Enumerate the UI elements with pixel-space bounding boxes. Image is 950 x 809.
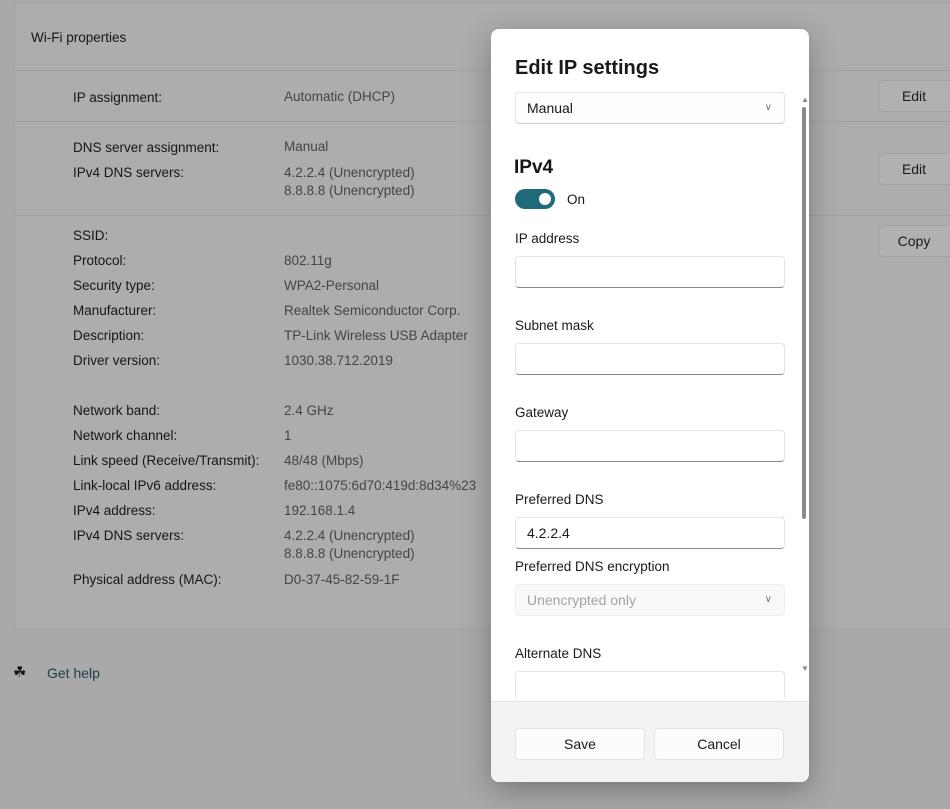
property-label: Security type:	[73, 278, 155, 293]
chevron-down-icon: ∨	[764, 102, 772, 113]
property-value: 8.8.8.8 (Unencrypted)	[284, 546, 415, 561]
dns-server-1: 4.2.2.4 (Unencrypted)	[284, 165, 415, 180]
scrollbar-thumb[interactable]	[802, 107, 806, 519]
property-label: SSID:	[73, 228, 109, 243]
property-value: D0-37-45-82-59-1F	[284, 572, 400, 587]
property-label: Protocol:	[73, 253, 127, 268]
edit-ip-assignment-button[interactable]: Edit	[879, 80, 950, 112]
divider	[15, 215, 950, 216]
gateway-label: Gateway	[515, 405, 569, 420]
property-label: Physical address (MAC):	[73, 572, 222, 587]
ipv4-toggle[interactable]	[515, 189, 555, 209]
get-help-link[interactable]: Get help	[47, 665, 100, 681]
dialog-footer: Save Cancel	[491, 701, 809, 782]
copy-button[interactable]: Copy	[879, 225, 950, 257]
preferred-dns-input[interactable]: 4.2.2.4	[515, 517, 785, 549]
property-value: 192.168.1.4	[284, 503, 356, 518]
subnet-mask-input[interactable]	[515, 343, 785, 375]
property-label: Link-local IPv6 address:	[73, 478, 217, 493]
property-value: 48/48 (Mbps)	[284, 453, 364, 468]
section-title: Wi-Fi properties	[31, 30, 127, 45]
help-icon: ☘	[13, 664, 27, 681]
alternate-dns-input[interactable]	[515, 671, 785, 701]
property-value: fe80::1075:6d70:419d:8d34%23	[284, 478, 477, 493]
property-value: 1030.38.712.2019	[284, 353, 393, 368]
ipv4-heading: IPv4	[514, 157, 554, 178]
subnet-mask-label: Subnet mask	[515, 318, 594, 333]
ip-mode-select[interactable]: Manual ∨	[515, 92, 785, 124]
scroll-up-icon[interactable]: ▲	[801, 95, 809, 104]
alternate-dns-label: Alternate DNS	[515, 646, 602, 661]
dns-assignment-value: Manual	[284, 139, 329, 154]
ip-address-input[interactable]	[515, 256, 785, 288]
dns-server-2: 8.8.8.8 (Unencrypted)	[284, 183, 415, 198]
property-label: Driver version:	[73, 353, 161, 368]
ip-address-label: IP address	[515, 231, 580, 246]
property-value: TP-Link Wireless USB Adapter	[284, 328, 468, 343]
property-label: Manufacturer:	[73, 303, 157, 318]
preferred-dns-label: Preferred DNS	[515, 492, 604, 507]
property-label: IPv4 address:	[73, 503, 156, 518]
property-label: IPv4 DNS servers:	[73, 528, 185, 543]
ip-mode-value: Manual	[527, 100, 573, 116]
dns-servers-label: IPv4 DNS servers:	[73, 165, 185, 180]
toggle-knob	[539, 193, 551, 205]
property-value: WPA2-Personal	[284, 278, 380, 293]
dialog-title: Edit IP settings	[515, 57, 660, 79]
preferred-dns-encryption-select: Unencrypted only ∨	[515, 584, 785, 616]
divider	[15, 70, 950, 71]
preferred-dns-encryption-label: Preferred DNS encryption	[515, 559, 670, 574]
ipv4-toggle-state: On	[567, 192, 586, 207]
save-button[interactable]: Save	[515, 728, 645, 760]
property-value: 1	[284, 428, 292, 443]
dns-assignment-label: DNS server assignment:	[73, 140, 220, 155]
edit-dns-button[interactable]: Edit	[879, 153, 950, 185]
encryption-value: Unencrypted only	[527, 592, 636, 608]
property-value: 2.4 GHz	[284, 403, 334, 418]
scroll-down-icon[interactable]: ▼	[801, 664, 809, 673]
property-value: Realtek Semiconductor Corp.	[284, 303, 461, 318]
divider	[15, 121, 950, 122]
property-label: Network channel:	[73, 428, 178, 443]
property-value: 4.2.2.4 (Unencrypted)	[284, 528, 415, 543]
edit-ip-settings-dialog: Edit IP settings Manual ∨ IPv4 On IP addr…	[491, 29, 809, 782]
chevron-down-icon: ∨	[764, 594, 772, 605]
property-label: Network band:	[73, 403, 161, 418]
gateway-input[interactable]	[515, 430, 785, 462]
cancel-button[interactable]: Cancel	[654, 728, 784, 760]
ip-assignment-value: Automatic (DHCP)	[284, 89, 396, 104]
property-label: Description:	[73, 328, 145, 343]
property-label: Link speed (Receive/Transmit):	[73, 453, 260, 468]
property-value: 802.11g	[284, 253, 332, 268]
scrollbar[interactable]: ▲ ▼	[801, 95, 809, 673]
ip-assignment-label: IP assignment:	[73, 90, 163, 105]
